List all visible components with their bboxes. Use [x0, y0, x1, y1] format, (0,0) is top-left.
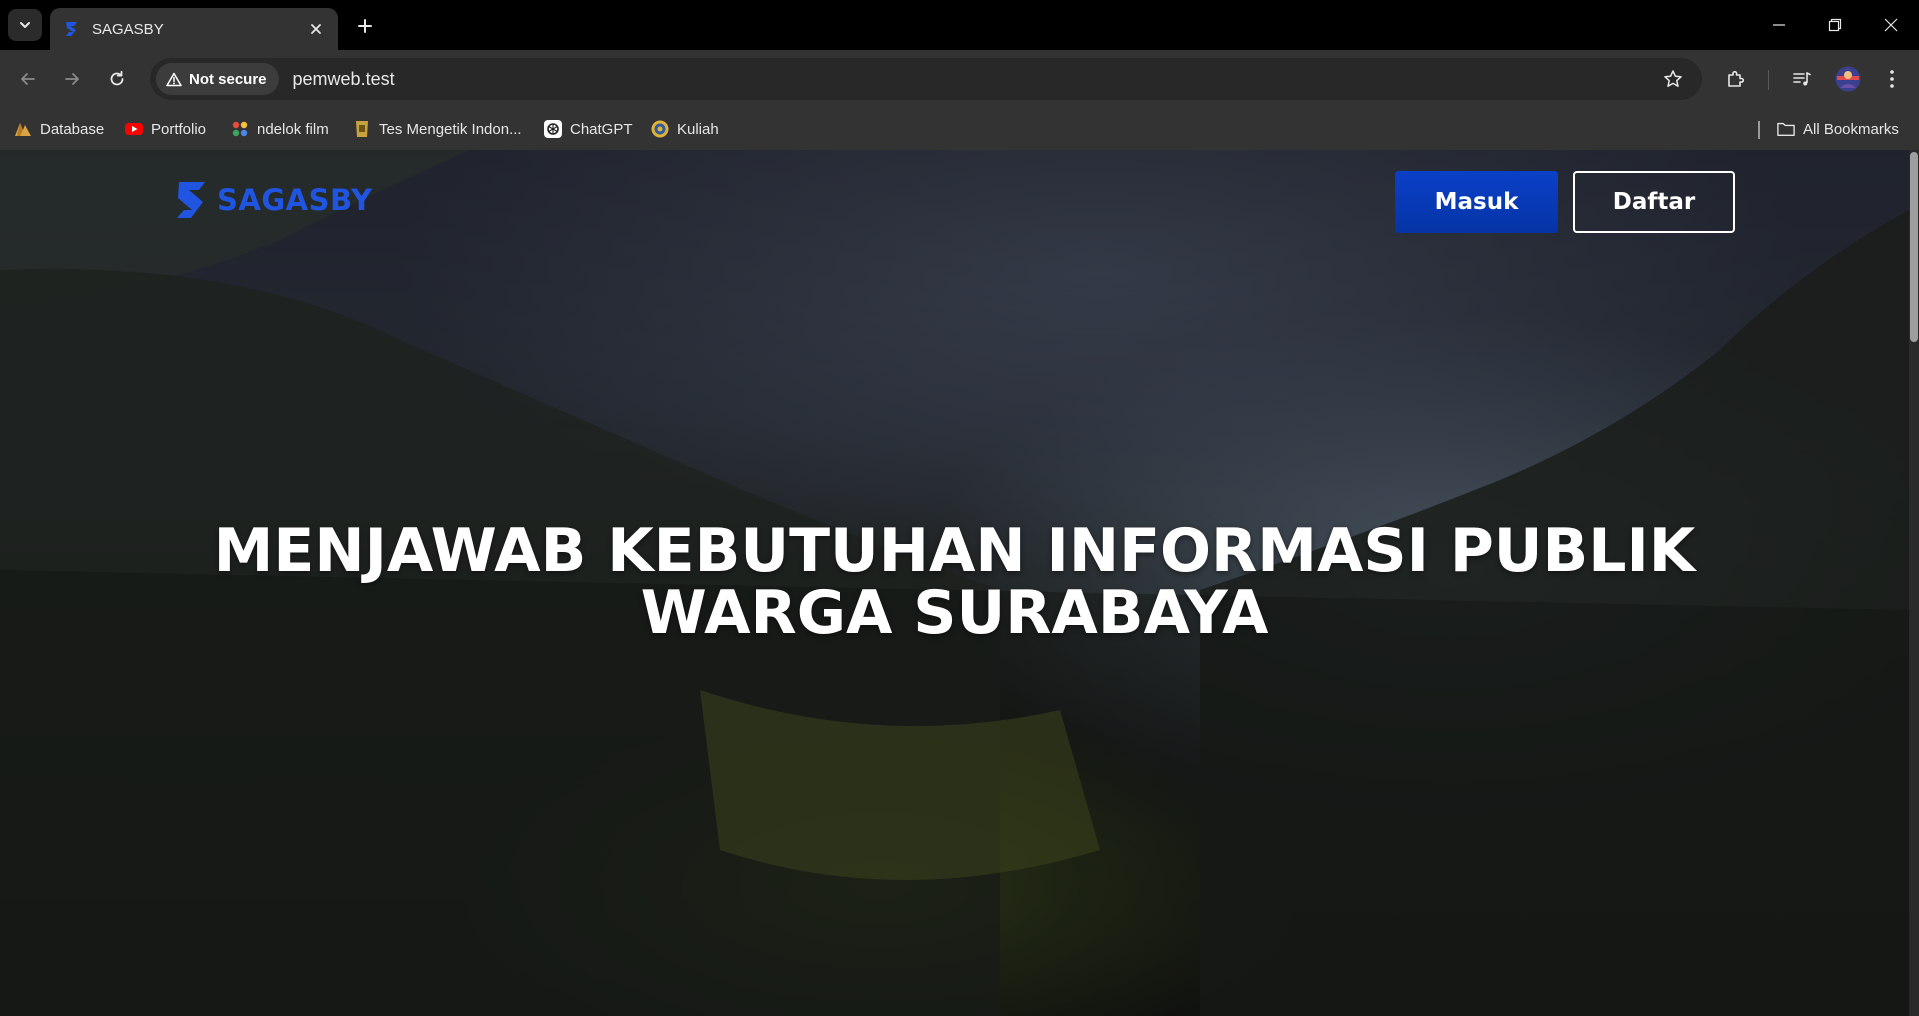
close-window-button[interactable]	[1863, 0, 1919, 50]
star-icon	[1664, 70, 1682, 87]
plus-icon	[358, 19, 372, 33]
hero-heading: MENJAWAB KEBUTUHAN INFORMASI PUBLIK WARG…	[0, 520, 1909, 644]
profile-button[interactable]	[1832, 63, 1864, 95]
login-button[interactable]: Masuk	[1395, 171, 1558, 233]
tab-search-button[interactable]	[8, 9, 42, 41]
restore-button[interactable]	[1807, 0, 1863, 50]
security-label: Not secure	[189, 70, 267, 88]
close-icon	[311, 24, 321, 34]
bookmark-kuliah[interactable]: Kuliah	[651, 117, 719, 141]
restore-icon	[1828, 18, 1842, 32]
new-tab-button[interactable]	[350, 12, 380, 40]
warning-icon	[166, 72, 182, 86]
bookmark-tes-mengetik[interactable]: Tes Mengetik Indon...	[353, 117, 522, 141]
page-viewport: SAGASBY Masuk Daftar MENJAWAB KEBUTUHAN …	[0, 150, 1919, 1016]
tab-title: SAGASBY	[92, 20, 164, 38]
address-bar[interactable]: Not secure pemweb.test	[150, 58, 1702, 100]
forward-button[interactable]	[56, 63, 88, 95]
url-text[interactable]: pemweb.test	[293, 69, 1656, 90]
arrow-left-icon	[21, 73, 35, 85]
bookmark-chatgpt[interactable]: ChatGPT	[544, 117, 633, 141]
brand-logo[interactable]: SAGASBY	[175, 178, 372, 222]
all-bookmarks-label: All Bookmarks	[1803, 120, 1899, 138]
browser-tab-active[interactable]: SAGASBY	[50, 8, 338, 50]
back-button[interactable]	[12, 63, 44, 95]
bookmarks-bar: Database Portfolio ndelok film Tes Menge…	[0, 108, 1919, 150]
bookmark-label: Portfolio	[151, 120, 207, 138]
film-icon	[231, 120, 249, 138]
browser-menu-button[interactable]	[1876, 63, 1908, 95]
bookmark-label: Kuliah	[677, 120, 719, 138]
toolbar-divider	[1768, 70, 1769, 90]
arrow-right-icon	[65, 73, 79, 85]
keyboard-site-icon	[353, 120, 371, 138]
bookmark-portfolio[interactable]: Portfolio	[125, 117, 206, 141]
minimize-button[interactable]	[1751, 0, 1807, 50]
register-button[interactable]: Daftar	[1573, 171, 1735, 233]
hero-heading-line-2: WARGA SURABAYA	[640, 578, 1269, 648]
puzzle-icon	[1728, 70, 1745, 87]
browser-toolbar: Not secure pemweb.test	[0, 50, 1919, 108]
university-icon	[651, 120, 669, 138]
chevron-down-icon	[20, 22, 30, 28]
reload-button[interactable]	[101, 63, 133, 95]
avatar	[1835, 66, 1861, 92]
page-scrollbar[interactable]	[1909, 150, 1919, 1016]
scrollbar-thumb[interactable]	[1910, 152, 1918, 342]
sagasby-favicon-icon	[66, 22, 77, 36]
minimize-icon	[1773, 24, 1785, 26]
all-bookmarks-button[interactable]: All Bookmarks	[1777, 117, 1899, 141]
youtube-icon	[125, 120, 143, 138]
bookmark-ndelok-film[interactable]: ndelok film	[231, 117, 329, 141]
bookmark-label: ndelok film	[257, 120, 329, 138]
brand-name: SAGASBY	[217, 183, 373, 217]
window-controls	[1751, 0, 1919, 50]
bookmark-label: Database	[40, 120, 105, 138]
bookmark-label: ChatGPT	[570, 120, 633, 138]
more-vertical-icon	[1890, 70, 1894, 88]
extensions-button[interactable]	[1720, 63, 1752, 95]
tab-close-button[interactable]	[306, 19, 326, 39]
sagasby-logo-icon	[177, 182, 205, 218]
bookmark-database[interactable]: Database	[14, 117, 104, 141]
bookmarks-divider	[1758, 121, 1760, 139]
chatgpt-icon	[544, 120, 562, 138]
reload-icon	[110, 70, 124, 86]
site-security-chip[interactable]: Not secure	[156, 63, 279, 95]
folder-icon	[1777, 120, 1795, 138]
hero-heading-line-1: MENJAWAB KEBUTUHAN INFORMASI PUBLIK	[213, 516, 1696, 586]
bookmark-star-button[interactable]	[1656, 62, 1690, 96]
bookmark-label: Tes Mengetik Indon...	[379, 120, 522, 138]
tab-strip: SAGASBY	[0, 0, 1919, 50]
database-icon	[14, 120, 32, 138]
media-queue-icon	[1793, 72, 1811, 86]
close-window-icon	[1884, 18, 1898, 32]
media-control-button[interactable]	[1786, 63, 1818, 95]
